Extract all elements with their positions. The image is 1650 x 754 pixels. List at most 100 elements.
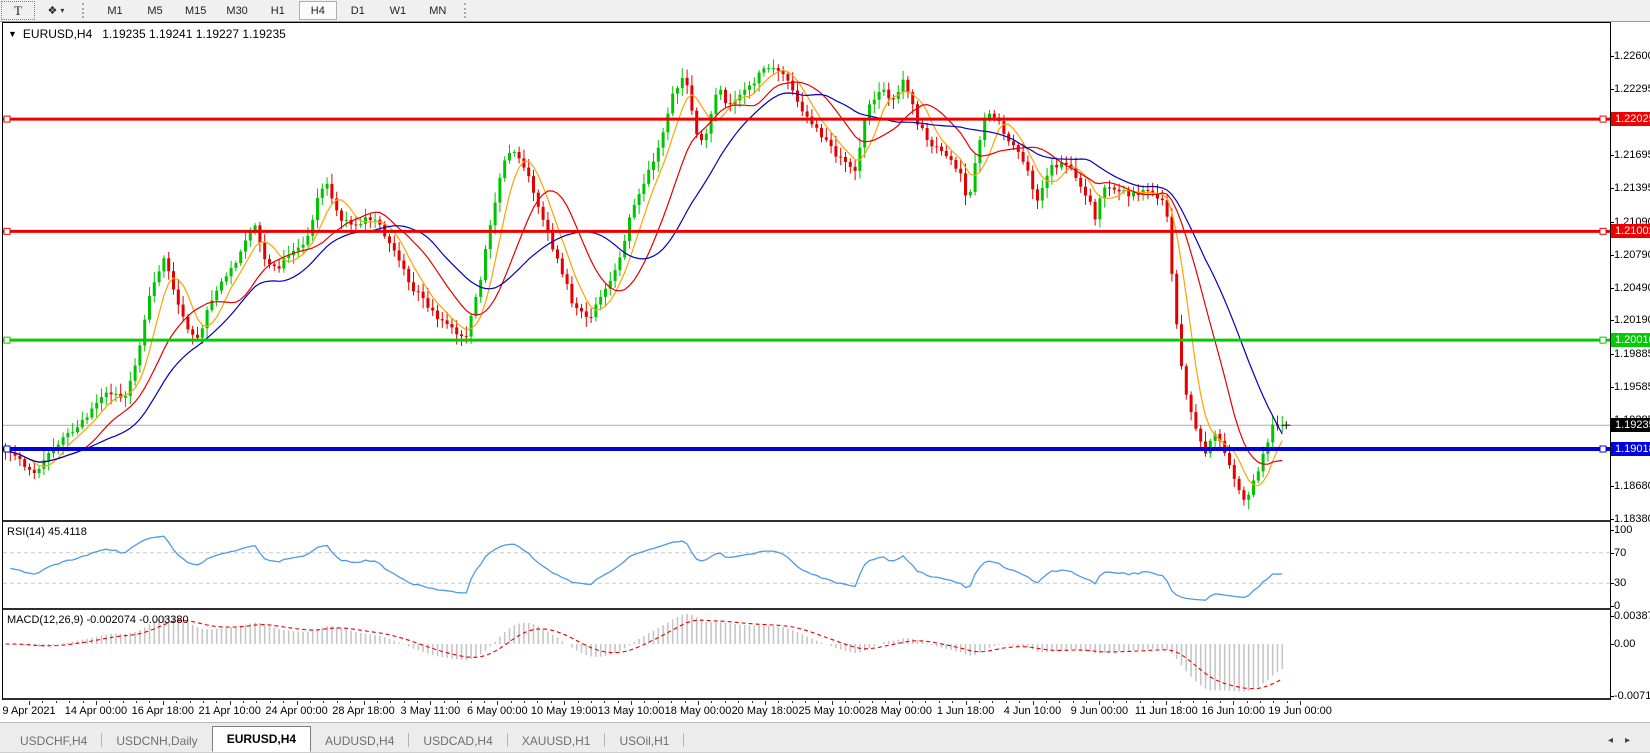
candle-body <box>225 276 228 281</box>
line-anchor[interactable] <box>4 446 10 452</box>
timeframe-button-m15[interactable]: M15 <box>176 1 215 20</box>
candle-body <box>479 280 482 297</box>
candle-body <box>426 298 429 308</box>
time-tick-minor <box>1006 701 1007 703</box>
timeframe-button-d1[interactable]: D1 <box>339 1 377 20</box>
candle-body <box>484 249 487 280</box>
candle-body <box>647 170 650 184</box>
timeframe-button-m30[interactable]: M30 <box>217 1 256 20</box>
line-anchor[interactable] <box>4 228 10 234</box>
draw-tool-button[interactable]: ❖ ▾ <box>37 1 75 20</box>
time-tick-minor <box>256 701 257 703</box>
candle-body <box>969 192 972 195</box>
candle-body <box>455 327 458 334</box>
candle-body <box>945 151 948 156</box>
candle-body <box>234 263 237 268</box>
time-tick-minor <box>1153 701 1154 703</box>
time-tick-minor <box>658 701 659 703</box>
rsi-line <box>10 536 1282 600</box>
candle-body <box>388 236 391 243</box>
candle-body <box>153 282 156 296</box>
candle-body <box>695 111 698 134</box>
candle-body <box>599 297 602 305</box>
candle-body <box>604 289 607 297</box>
tab-usdchf[interactable]: USDCHF,H4 <box>6 730 101 752</box>
candle-body <box>1170 217 1173 274</box>
candle-body <box>182 305 185 317</box>
time-tick-minor <box>725 701 726 703</box>
candle-body <box>326 184 329 189</box>
timeframe-button-m5[interactable]: M5 <box>136 1 174 20</box>
time-tick-minor <box>270 701 271 703</box>
line-anchor[interactable] <box>1600 116 1606 122</box>
time-tick-minor <box>859 701 860 703</box>
candle-body <box>196 335 199 338</box>
candle-body <box>220 282 223 291</box>
candle-body <box>38 469 41 473</box>
candle-body <box>1257 471 1260 480</box>
candle-body <box>1247 495 1250 500</box>
candle-body <box>436 311 439 320</box>
tab-eurusd[interactable]: EURUSD,H4 <box>212 726 311 752</box>
time-label: 3 May 11:00 <box>401 705 461 717</box>
tab-audusd[interactable]: AUDUSD,H4 <box>311 730 408 752</box>
candle-body <box>465 336 468 337</box>
timeframe-button-w1[interactable]: W1 <box>379 1 417 20</box>
candle-body <box>983 119 986 140</box>
candle-body <box>230 268 233 276</box>
time-tick-minor <box>484 701 485 703</box>
candle-body <box>474 297 477 316</box>
tab-usdcad[interactable]: USDCAD,H4 <box>409 730 506 752</box>
candle-body <box>1079 178 1082 187</box>
tab-scroll-right-icon[interactable]: ▸ <box>1625 735 1642 746</box>
time-label: 18 May 00:00 <box>665 705 732 717</box>
line-anchor[interactable] <box>1600 446 1606 452</box>
price-chart[interactable] <box>3 24 1610 520</box>
line-anchor[interactable] <box>1600 337 1606 343</box>
macd-panel[interactable] <box>3 610 1610 698</box>
candle-body <box>556 249 559 258</box>
line-anchor[interactable] <box>4 337 10 343</box>
price-line-flag: 1.22025 <box>1611 112 1650 126</box>
candle-body <box>95 403 98 409</box>
tab-usdcnh[interactable]: USDCNH,Daily <box>102 730 211 752</box>
timeframe-button-h1[interactable]: H1 <box>259 1 297 20</box>
candle-body <box>417 291 420 292</box>
time-tick-minor <box>56 701 57 703</box>
time-label: 21 Apr 10:00 <box>198 705 260 717</box>
candle-body <box>186 317 189 330</box>
timeframe-button-h4[interactable]: H4 <box>299 1 337 20</box>
candle-body <box>503 160 506 177</box>
time-tick-minor <box>752 701 753 703</box>
tab-scroll-left-icon[interactable]: ◂ <box>1608 735 1625 746</box>
chart-ohlc-quote: 1.19235 1.19241 1.19227 1.19235 <box>102 27 286 41</box>
timeframe-button-mn[interactable]: MN <box>419 1 457 20</box>
candle-body <box>1108 187 1111 188</box>
candle-body <box>1022 152 1025 162</box>
time-tick-minor <box>203 701 204 703</box>
timeframe-button-m1[interactable]: M1 <box>96 1 134 20</box>
tab-usoil[interactable]: USOil,H1 <box>605 730 683 752</box>
time-label: 10 May 19:00 <box>531 705 598 717</box>
candle-body <box>201 328 204 337</box>
time-tick-minor <box>310 701 311 703</box>
candle-body <box>1271 424 1274 442</box>
candle-body <box>263 243 266 259</box>
symbol-dropdown-icon[interactable]: ▼ <box>8 29 17 39</box>
candle-body <box>993 114 996 118</box>
text-tool-button[interactable]: T <box>1 1 35 20</box>
rsi-tick-label: 100 <box>1614 524 1632 537</box>
candle-body <box>340 210 343 220</box>
line-anchor[interactable] <box>1600 228 1606 234</box>
tab-xauusd[interactable]: XAUUSD,H1 <box>508 730 605 752</box>
toolbar-grip[interactable] <box>82 3 91 18</box>
rsi-panel[interactable] <box>3 522 1610 608</box>
time-label: 9 Jun 00:00 <box>1071 705 1129 717</box>
candle-body <box>1190 395 1193 412</box>
line-anchor[interactable] <box>4 116 10 122</box>
toolbar-grip[interactable] <box>464 3 473 18</box>
time-tick-minor <box>885 701 886 703</box>
candle-body <box>815 124 818 128</box>
candle-body <box>1228 453 1231 465</box>
candle-body <box>354 224 357 225</box>
